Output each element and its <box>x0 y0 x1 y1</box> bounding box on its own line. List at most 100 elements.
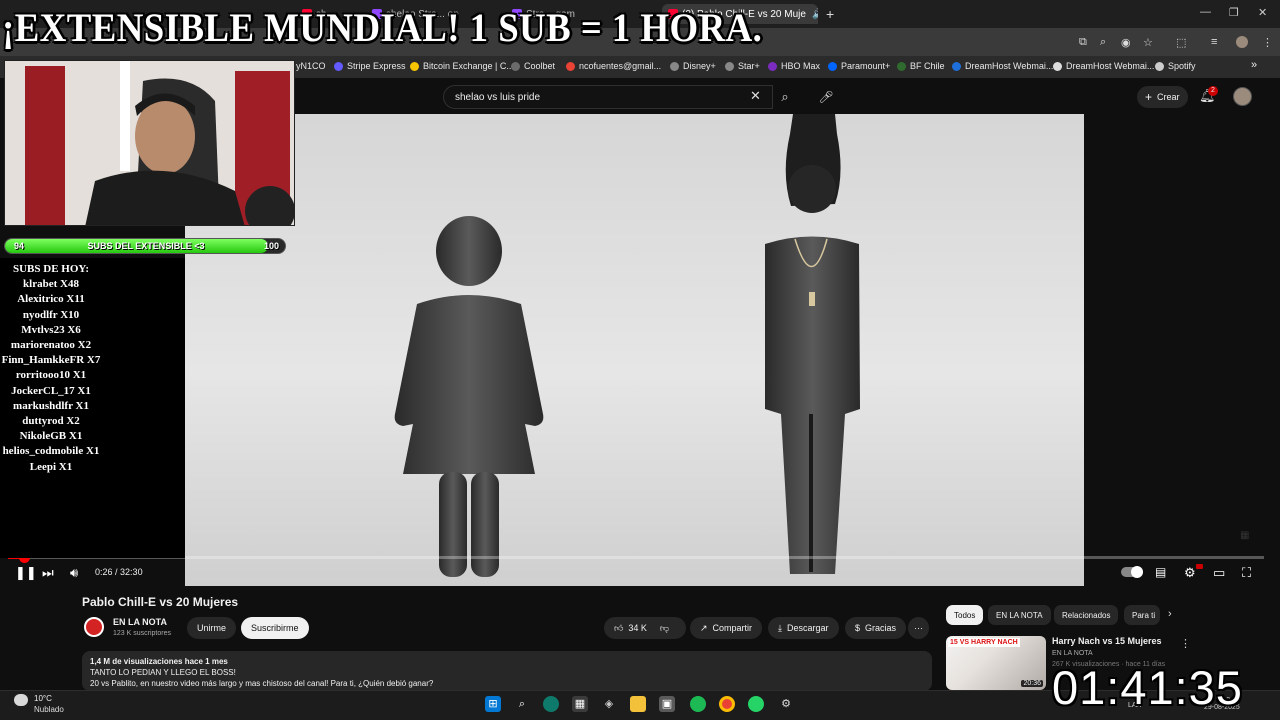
store-icon[interactable]: ▦ <box>572 696 588 712</box>
next-video-icon[interactable]: ⏭︎ <box>42 565 54 581</box>
bookmark-item[interactable]: HBO Max <box>768 61 820 71</box>
browser-menu-icon[interactable]: ⋮ <box>1262 36 1273 49</box>
channel-avatar[interactable] <box>84 617 104 637</box>
like-thumb-icon[interactable]: 👍︎ <box>614 623 623 634</box>
screen: sh... shelao Stre... on Stre... gam (2) … <box>0 0 1280 720</box>
subtitles-icon[interactable]: ▤ <box>1155 565 1166 579</box>
clear-search-icon[interactable]: ✕ <box>750 88 761 104</box>
reading-list-icon[interactable]: ≡ <box>1211 36 1217 48</box>
new-tab-button[interactable]: + <box>820 4 840 24</box>
weather-condition[interactable]: Nublado <box>34 705 64 714</box>
video-progress-bar[interactable] <box>8 552 1264 563</box>
bookmark-item[interactable]: Star+ <box>725 61 760 71</box>
thumbnail-tag: 15 VS HARRY NACH <box>948 638 1020 647</box>
account-avatar[interactable] <box>1233 87 1252 106</box>
more-actions-button[interactable]: ··· <box>908 617 929 639</box>
app-icon[interactable]: ⚙︎ <box>778 696 794 712</box>
tab-audio-icon[interactable]: 🔊 <box>812 9 818 20</box>
search-icon[interactable]: ⌕ <box>514 696 530 712</box>
bookmark-item[interactable]: Stripe Express <box>334 61 406 71</box>
cloud-icon[interactable] <box>14 694 28 706</box>
zoom-icon[interactable]: ⌕ <box>1100 36 1106 49</box>
sub-entry: klrabet X48 <box>23 278 79 291</box>
channel-name[interactable]: EN LA NOTA <box>113 617 167 627</box>
bookmark-item[interactable]: Disney+ <box>670 61 716 71</box>
pause-icon[interactable]: ❚❚ <box>15 565 37 581</box>
time-display: 0:26 / 32:30 <box>95 567 143 577</box>
create-label: Crear <box>1157 92 1180 102</box>
recommendation-menu-icon[interactable]: ⋮ <box>1180 637 1191 650</box>
app-icon[interactable]: ▣ <box>659 696 675 712</box>
bookmark-item[interactable]: Spotify <box>1155 61 1196 71</box>
description-box[interactable]: 1,4 M de visualizaciones hace 1 mes TANT… <box>82 651 932 691</box>
edge-icon[interactable] <box>543 696 559 712</box>
search-button[interactable]: ⌕ <box>773 85 797 109</box>
sub-entry: Alexitrico X11 <box>17 293 85 306</box>
bookmark-item[interactable]: yN1CO <box>296 61 326 71</box>
bookmark-item[interactable]: Bitcoin Exchange | C... <box>410 61 514 71</box>
video-player[interactable] <box>185 114 1084 586</box>
settings-gear-icon[interactable]: ⚙︎ <box>1184 565 1196 581</box>
chips-next-icon[interactable]: › <box>1168 608 1172 620</box>
paramount-icon <box>828 61 837 71</box>
like-count[interactable]: 34 K <box>628 623 647 633</box>
install-app-icon[interactable]: ⧉ <box>1079 36 1087 49</box>
thanks-button[interactable]: $ Gracias <box>845 617 907 639</box>
profile-avatar-icon[interactable] <box>1236 36 1248 48</box>
bookmarks-overflow-icon[interactable]: » <box>1251 59 1257 71</box>
hd-badge <box>1196 564 1203 569</box>
chrome-icon[interactable] <box>719 696 735 712</box>
join-button[interactable]: Unirme <box>187 617 237 639</box>
bookmark-item[interactable]: DreamHost Webmai... <box>952 61 1053 71</box>
download-button[interactable]: ⤓ Descargar <box>768 617 839 639</box>
minimize-icon[interactable]: — <box>1200 6 1211 18</box>
download-icon: ⤓ <box>778 622 782 633</box>
fullscreen-icon[interactable]: ⛶ <box>1242 565 1251 581</box>
chip-channel[interactable]: EN LA NOTA <box>988 605 1051 625</box>
chip-todos[interactable]: Todos <box>946 605 984 625</box>
recommendation-thumbnail[interactable]: 15 VS HARRY NACH 20:36 <box>946 636 1046 690</box>
theater-mode-icon[interactable]: ▭ <box>1213 565 1225 581</box>
volume-icon[interactable]: 🔊︎ <box>70 565 78 581</box>
chip-related[interactable]: Relacionados <box>1054 605 1119 625</box>
time-current: 0:26 <box>95 567 113 577</box>
bf-chile-icon <box>897 61 906 71</box>
share-button[interactable]: ↗ Compartir <box>690 617 763 639</box>
maximize-icon[interactable]: ❐ <box>1229 6 1239 19</box>
close-window-icon[interactable]: ✕ <box>1258 6 1267 19</box>
channel-watermark-icon: ▦ <box>1240 530 1250 541</box>
weather-temperature[interactable]: 10°C <box>34 694 52 703</box>
create-button[interactable]: + Crear <box>1137 86 1188 108</box>
file-explorer-icon[interactable] <box>630 696 646 712</box>
search-input[interactable]: shelao vs luis pride <box>443 85 773 109</box>
hide-icon[interactable]: ◉ <box>1121 36 1131 49</box>
bookmark-item[interactable]: Coolbet <box>511 61 555 71</box>
spotify-icon[interactable] <box>690 696 706 712</box>
sub-entry: rorritooo10 X1 <box>15 369 87 382</box>
thanks-icon: $ <box>855 623 861 633</box>
description-line: 20 vs Pablito, en nuestro video más larg… <box>90 679 434 688</box>
notification-badge: 2 <box>1208 86 1218 96</box>
chip-for-you[interactable]: Para ti <box>1124 605 1160 625</box>
extensions-icon[interactable]: ⬚ <box>1176 36 1186 49</box>
autoplay-toggle[interactable] <box>1121 566 1143 578</box>
app-icon[interactable]: ◈ <box>601 696 617 712</box>
webcam-overlay <box>4 60 295 226</box>
bookmark-item[interactable]: DreamHost Webmai... <box>1053 61 1154 71</box>
bookmark-star-icon[interactable]: ☆ <box>1143 36 1153 49</box>
dislike-thumb-icon[interactable]: 👎︎ <box>660 623 669 634</box>
sub-entry: helios_codmobile X1 <box>2 445 100 458</box>
sub-goal-bar: 94 SUBS DEL EXTENSIBLE <3 100 <box>4 238 286 254</box>
stream-title-overlay: ¡EXTENSIBLE MUNDIAL! 1 SUB = 1 HORA. <box>2 5 763 50</box>
whatsapp-icon[interactable] <box>748 696 764 712</box>
sub-entry: Finn_HamkkeFR X7 <box>1 354 101 367</box>
recommendation-channel[interactable]: EN LA NOTA <box>1052 650 1093 657</box>
voice-search-button[interactable]: 🎤︎ <box>815 85 837 109</box>
recommendation-title[interactable]: Harry Nach vs 15 Mujeres <box>1052 636 1162 646</box>
sub-entry: Mvtlvs23 X6 <box>21 323 81 336</box>
subscribe-button[interactable]: Suscribirme <box>241 617 309 639</box>
windows-start-icon[interactable]: ⊞ <box>485 696 501 712</box>
bookmark-item[interactable]: Paramount+ <box>828 61 890 71</box>
bookmark-item[interactable]: BF Chile <box>897 61 945 71</box>
bookmark-item[interactable]: ncofuentes@gmail... <box>566 61 661 71</box>
